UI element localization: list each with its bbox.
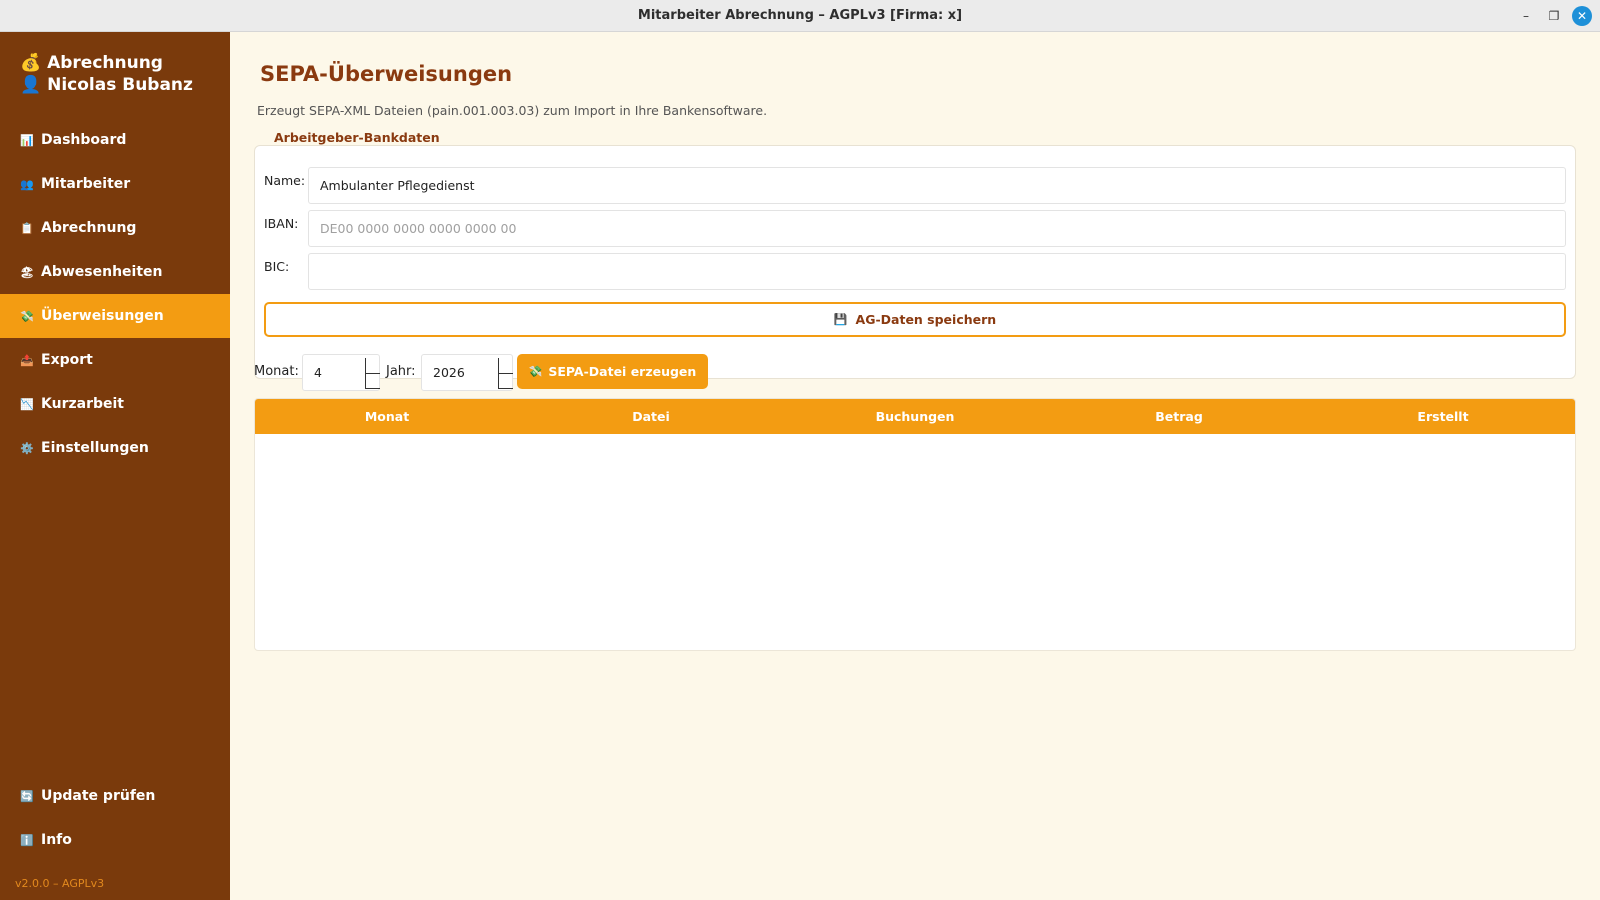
clipboard-icon: 📋 [20,221,34,235]
brand-user-name: 👤 Nicolas Bubanz [20,75,193,95]
sidebar-item-label: Info [41,832,72,848]
floppy-disk-icon: 💾 [833,313,848,326]
sidebar-item-info[interactable]: ℹ️ Info [0,818,230,862]
info-icon: ℹ️ [20,833,34,847]
sidebar-item-dashboard[interactable]: 📊 Dashboard [0,118,230,162]
generate-sepa-button[interactable]: 💸 SEPA-Datei erzeugen [517,354,708,389]
sidebar-item-export[interactable]: 📤 Export [0,338,230,382]
sidebar-item-ueberweisungen[interactable]: 💸 Überweisungen [0,294,230,338]
table-header: Monat Datei Buchungen Betrag Erstellt [255,399,1575,434]
name-label: Name: [264,173,306,188]
minimize-icon[interactable]: – [1516,6,1536,26]
sidebar-item-label: Kurzarbeit [41,396,124,412]
iban-field[interactable] [308,210,1566,247]
sidebar-item-kurzarbeit[interactable]: 📉 Kurzarbeit [0,382,230,426]
column-header-monat[interactable]: Monat [255,399,519,434]
sepa-files-table: Monat Datei Buchungen Betrag Erstellt [254,398,1576,651]
iban-label: IBAN: [264,216,299,231]
sidebar-item-label: Abwesenheiten [41,264,163,280]
version-label: v2.0.0 – AGPLv3 [15,877,105,890]
outbox-icon: 📤 [20,353,34,367]
sidebar-item-label: Einstellungen [41,440,149,456]
save-button-label: AG-Daten speichern [855,312,997,327]
bic-label: BIC: [264,259,290,274]
save-employer-data-button[interactable]: 💾 AG-Daten speichern [264,302,1566,337]
refresh-icon: 🔄 [20,789,34,803]
name-field[interactable] [308,167,1566,204]
month-spinbox[interactable] [302,354,380,391]
page-subtitle: Erzeugt SEPA-XML Dateien (pain.001.003.0… [257,103,768,118]
generate-button-label: SEPA-Datei erzeugen [548,364,697,379]
window-title: Mitarbeiter Abrechnung – AGPLv3 [Firma: … [637,8,963,23]
column-header-erstellt[interactable]: Erstellt [1311,399,1575,434]
sidebar-item-label: Abrechnung [41,220,137,236]
sidebar-nav: 📊 Dashboard 👥 Mitarbeiter 📋 Abrechnung 🏖… [0,118,230,470]
maximize-icon[interactable]: ❐ [1544,6,1564,26]
window-titlebar: Mitarbeiter Abrechnung – AGPLv3 [Firma: … [0,0,1600,32]
brand-app-name: 💰 Abrechnung [20,53,163,73]
window-controls: – ❐ ✕ [1516,6,1592,26]
year-spinbox[interactable] [421,354,513,391]
year-stepper-arrows[interactable] [498,358,513,389]
sidebar-item-label: Update prüfen [41,788,156,804]
column-header-buchungen[interactable]: Buchungen [783,399,1047,434]
people-icon: 👥 [20,177,34,191]
sidebar-item-mitarbeiter[interactable]: 👥 Mitarbeiter [0,162,230,206]
main-content: SEPA-Überweisungen Erzeugt SEPA-XML Date… [230,32,1600,900]
group-title: Arbeitgeber-Bankdaten [272,130,442,145]
month-stepper-arrows[interactable] [365,358,380,389]
month-label: Monat: [254,364,299,379]
sidebar-bottom-nav: 🔄 Update prüfen ℹ️ Info [0,774,230,862]
column-header-datei[interactable]: Datei [519,399,783,434]
year-label: Jahr: [386,364,416,379]
sidebar-item-label: Dashboard [41,132,127,148]
page-title: SEPA-Überweisungen [260,62,513,86]
chart-down-icon: 📉 [20,397,34,411]
sidebar-item-abrechnung[interactable]: 📋 Abrechnung [0,206,230,250]
money-icon: 💸 [528,365,543,378]
close-icon[interactable]: ✕ [1572,6,1592,26]
bic-field[interactable] [308,253,1566,290]
sidebar-item-label: Export [41,352,93,368]
chart-icon: 📊 [20,133,34,147]
sidebar: 💰 Abrechnung 👤 Nicolas Bubanz 📊 Dashboar… [0,32,230,900]
sidebar-item-label: Überweisungen [41,308,164,324]
sidebar-item-update[interactable]: 🔄 Update prüfen [0,774,230,818]
column-header-betrag[interactable]: Betrag [1047,399,1311,434]
sidebar-item-einstellungen[interactable]: ⚙️ Einstellungen [0,426,230,470]
gear-icon: ⚙️ [20,441,34,455]
brand: 💰 Abrechnung 👤 Nicolas Bubanz [0,32,230,96]
money-icon: 💸 [20,309,34,323]
beach-icon: 🏖 [20,265,34,279]
sidebar-item-abwesenheiten[interactable]: 🏖 Abwesenheiten [0,250,230,294]
sidebar-item-label: Mitarbeiter [41,176,131,192]
